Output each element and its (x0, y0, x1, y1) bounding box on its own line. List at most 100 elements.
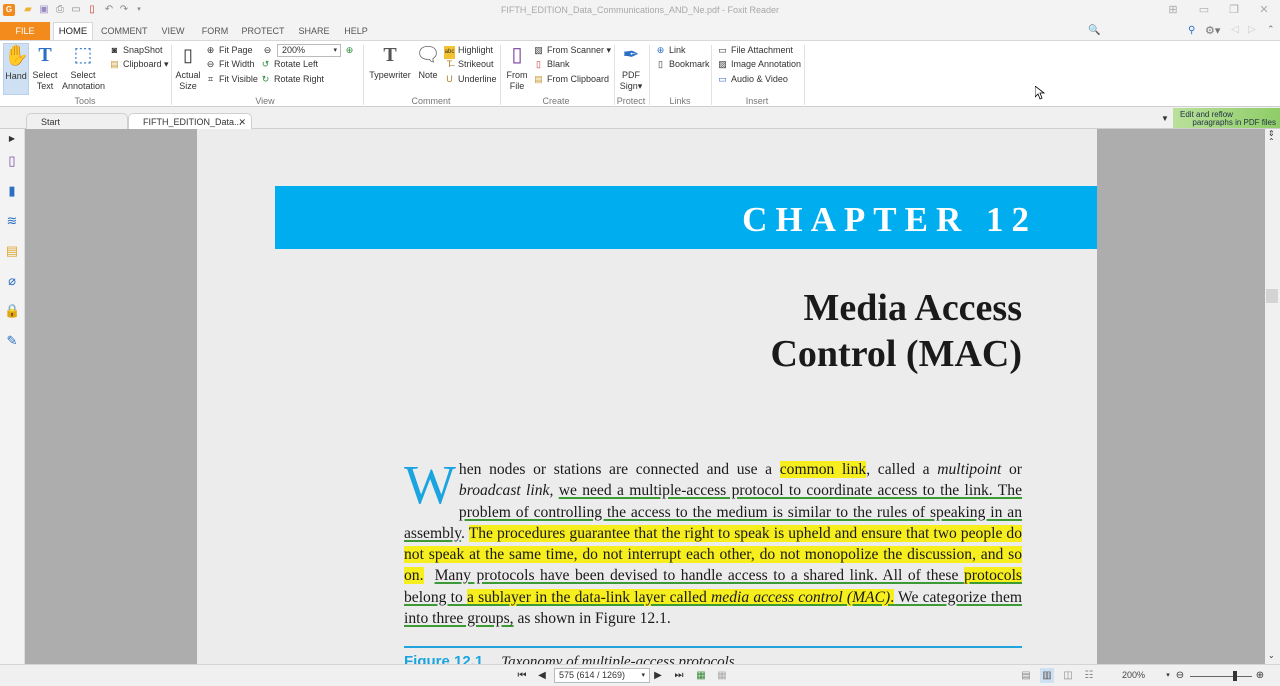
restore-button[interactable]: ❐ (1222, 2, 1246, 18)
single-page-icon[interactable]: ▤ (1019, 668, 1033, 683)
scrollbar-thumb[interactable] (1266, 289, 1278, 303)
separator (363, 45, 364, 105)
mouse-cursor-icon (1035, 86, 1045, 100)
figure-caption: Figure 12.1 Taxonomy of multiple-access p… (404, 653, 735, 664)
vertical-scrollbar[interactable]: ⇕ ⌃ ⌄ (1265, 129, 1280, 664)
tab-comment[interactable]: COMMENT (101, 22, 148, 40)
comments-panel-icon[interactable]: ▤ (4, 243, 20, 259)
fullscreen-icon[interactable]: ⊞ (1161, 2, 1185, 18)
pdf-sign-button[interactable]: ✒ PDF Sign▾ (618, 43, 644, 92)
underline-icon: U (446, 74, 453, 84)
fit-page-button[interactable]: ⊕ Fit Page (205, 44, 253, 57)
find-folder-icon[interactable]: 🔍 (1088, 25, 1100, 36)
blank-button[interactable]: ▯ Blank (533, 58, 570, 71)
previous-view-icon[interactable]: ▦ (694, 668, 708, 683)
zoom-out-icon[interactable]: ⊖ (1173, 668, 1187, 683)
ribbon-tabs: FILE HOME COMMENT VIEW FORM PROTECT SHAR… (0, 22, 1280, 60)
fit-visible-button[interactable]: ⌗ Fit Visible (205, 73, 258, 86)
scroll-down-icon[interactable]: ⌄ (1268, 651, 1275, 660)
tab-protect[interactable]: PROTECT (241, 22, 285, 40)
window-title: FIFTH_EDITION_Data_Communications_AND_Ne… (500, 5, 780, 15)
strikeout-button[interactable]: T̶ Strikeout (444, 58, 494, 71)
rotate-right-button[interactable]: ↻ Rotate Right (260, 73, 324, 86)
tab-document[interactable]: FIFTH_EDITION_Data... ✕ (128, 113, 252, 129)
rotate-left-button[interactable]: ↺ Rotate Left (260, 58, 318, 71)
note-icon: 🗨 (415, 44, 441, 66)
hand-tool-button[interactable]: ✋ Hand (3, 43, 29, 95)
document-background (25, 129, 197, 664)
collapse-ribbon-icon[interactable]: ⌃ (1267, 24, 1275, 35)
audio-video-button[interactable]: ▭ Audio & Video (717, 73, 788, 86)
actual-size-button[interactable]: ▯ Actual Size (175, 43, 201, 92)
from-file-button[interactable]: ▯ From File (504, 43, 530, 92)
note-button[interactable]: 🗨 Note (415, 43, 441, 81)
group-label-tools: Tools (74, 96, 96, 106)
security-lock-icon[interactable]: 🔒 (4, 303, 20, 319)
highlight-button[interactable]: abc Highlight (444, 44, 493, 59)
tab-form[interactable]: FORM (200, 22, 230, 40)
bookmarks-panel-icon[interactable]: ▯ (4, 153, 20, 169)
facing-pages-icon[interactable]: ◫ (1061, 668, 1075, 683)
underline-button[interactable]: U Underline (444, 73, 496, 86)
file-attachment-button[interactable]: ▭ File Attachment (717, 44, 793, 57)
from-scanner-button[interactable]: ▧ From Scanner ▾ (533, 44, 611, 57)
tab-start[interactable]: Start (26, 113, 128, 129)
next-view-icon[interactable]: ▦ (715, 668, 729, 683)
next-page-icon[interactable]: ▶ (651, 668, 665, 683)
tab-home[interactable]: HOME (53, 22, 93, 40)
last-page-icon[interactable]: ⏭ (672, 668, 686, 683)
tab-help[interactable]: HELP (343, 22, 369, 40)
typewriter-button[interactable]: T Typewriter (367, 43, 413, 81)
tab-share[interactable]: SHARE (297, 22, 331, 40)
zoom-slider-track[interactable] (1190, 676, 1252, 677)
body-paragraph[interactable]: When nodes or stations are connected and… (404, 457, 1023, 629)
chapter-title: Media Access Control (MAC) (770, 287, 1022, 375)
title-bar: G ▰ ▣ ⎙ ▭ ▯ ↶ ↷ ▾ FIFTH_EDITION_Data_Com… (0, 0, 1280, 22)
image-annotation-button[interactable]: ▨ Image Annotation (717, 58, 801, 71)
zoom-out-button[interactable]: ⊖ (262, 44, 276, 57)
select-annotation-icon: ⬚ (73, 44, 93, 66)
zoom-in-icon[interactable]: ⊕ (1253, 668, 1267, 683)
fit-width-button[interactable]: ⊖ Fit Width (205, 58, 255, 71)
clipboard-icon: ▤ (110, 59, 119, 69)
previous-result-icon[interactable]: ◁ (1231, 24, 1239, 35)
first-page-icon[interactable]: ⏮ (515, 668, 529, 683)
scanner-icon: ▧ (534, 45, 543, 55)
separator (171, 45, 172, 105)
tab-view[interactable]: VIEW (158, 22, 188, 40)
attachments-panel-icon[interactable]: ⌀ (4, 273, 20, 289)
zoom-select[interactable]: 200% ▾ (277, 44, 341, 57)
next-result-icon[interactable]: ▷ (1248, 24, 1256, 35)
tab-list-dropdown-icon[interactable]: ▼ (1161, 114, 1169, 123)
continuous-page-icon[interactable]: ▥ (1040, 668, 1054, 683)
search-icon[interactable]: ⚲ (1188, 25, 1195, 36)
minimize-button[interactable]: ▭ (1192, 2, 1216, 18)
select-annotation-button[interactable]: ⬚ Select Annotation (62, 43, 105, 92)
previous-page-icon[interactable]: ◀ (535, 668, 549, 683)
select-text-button[interactable]: T Select Text (31, 43, 59, 92)
close-tab-icon[interactable]: ✕ (238, 114, 246, 130)
zoom-level[interactable]: 200% (1122, 670, 1145, 680)
chevron-down-icon: ▾ (333, 47, 337, 54)
edit-reflow-promo-banner[interactable]: Edit and reflow paragraphs in PDF files (1173, 108, 1280, 128)
snapshot-button[interactable]: ◙ SnapShot (109, 44, 163, 57)
from-clipboard-button[interactable]: ▤ From Clipboard (533, 73, 609, 86)
underline-annotation[interactable]: Many protocols have been devised to hand… (404, 567, 1022, 627)
link-button[interactable]: ⊕ Link (655, 44, 686, 57)
clipboard-button[interactable]: ▤ Clipboard ▾ (109, 58, 168, 71)
continuous-facing-icon[interactable]: ☷ (1082, 668, 1096, 683)
separator (649, 45, 650, 105)
layers-panel-icon[interactable]: ≋ (4, 213, 20, 229)
zoom-in-button[interactable]: ⊕ (344, 44, 358, 57)
tab-file[interactable]: FILE (0, 22, 50, 40)
zoom-slider-thumb[interactable] (1232, 671, 1237, 681)
bookmark-button[interactable]: ▯ Bookmark (655, 58, 710, 71)
close-button[interactable]: ✕ (1252, 2, 1276, 18)
search-settings-gear-icon[interactable]: ⚙▾ (1205, 24, 1220, 37)
signatures-panel-icon[interactable]: ✎ (4, 333, 20, 349)
highlight-annotation[interactable]: common link (779, 461, 867, 478)
pages-panel-icon[interactable]: ▮ (4, 183, 20, 199)
scroll-up-icon[interactable]: ⌃ (1268, 137, 1275, 146)
page-number-select[interactable]: 575 (614 / 1269) ▾ (554, 668, 650, 683)
expand-panel-icon[interactable]: ▶ (4, 131, 20, 147)
